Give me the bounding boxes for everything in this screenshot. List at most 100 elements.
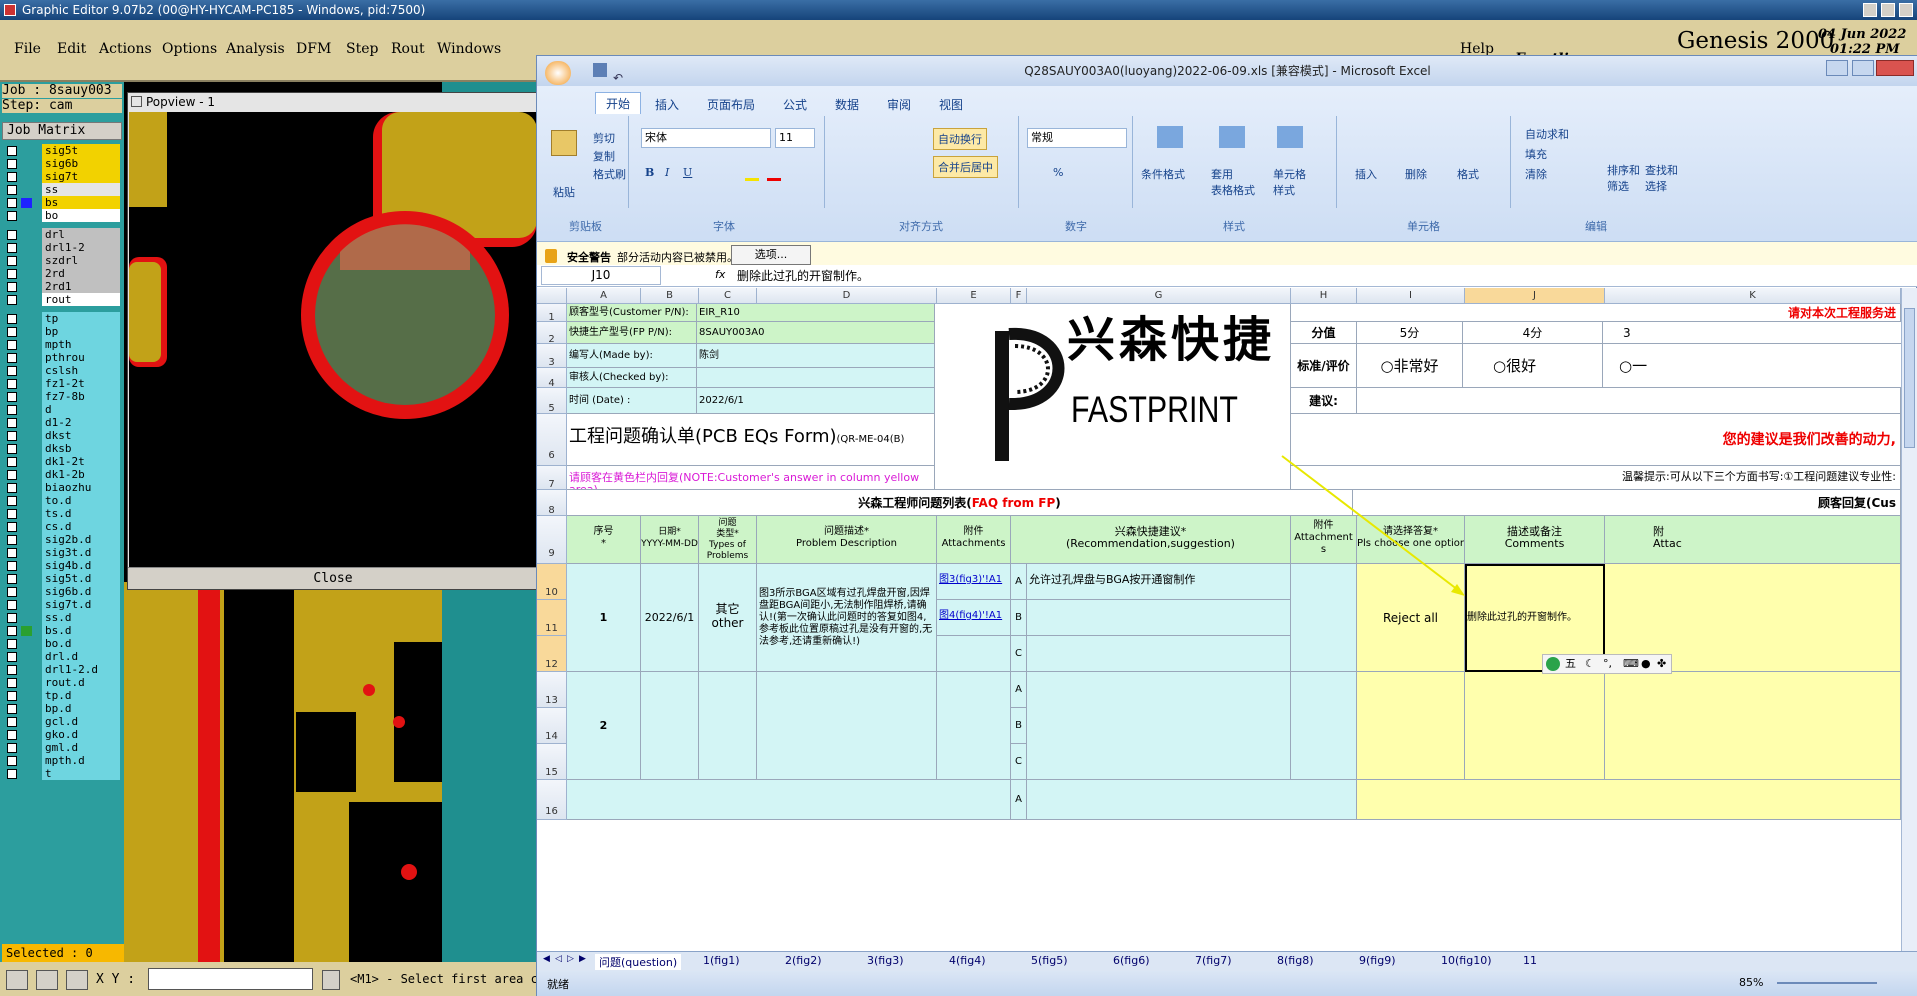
- paste-button[interactable]: 粘贴: [553, 184, 575, 200]
- layer-row-bo-d[interactable]: bo.d: [5, 637, 121, 651]
- layer-row-sig3t-d[interactable]: sig3t.d: [5, 546, 121, 560]
- layer-row-2rd[interactable]: 2rd: [5, 267, 121, 281]
- sheet-tab-2[interactable]: 2(fig2): [785, 954, 822, 967]
- layer-row-sig5t[interactable]: sig5t: [5, 144, 121, 158]
- menu-edit[interactable]: Edit: [57, 41, 86, 57]
- cell-styles-button[interactable]: 单元格 样式: [1273, 166, 1306, 198]
- merge-center-button[interactable]: 合并后居中: [933, 156, 998, 178]
- tab-home[interactable]: 开始: [595, 92, 642, 114]
- layer-checkbox[interactable]: [7, 756, 17, 766]
- layer-row-gcl-d[interactable]: gcl.d: [5, 715, 121, 729]
- layer-row-drl[interactable]: drl: [5, 228, 121, 242]
- layer-checkbox[interactable]: [7, 366, 17, 376]
- layer-row-sig2b-d[interactable]: sig2b.d: [5, 533, 121, 547]
- layer-checkbox[interactable]: [7, 198, 17, 208]
- autosum-button[interactable]: 自动求和: [1525, 126, 1569, 142]
- layer-checkbox[interactable]: [7, 691, 17, 701]
- layer-checkbox[interactable]: [7, 743, 17, 753]
- tab-insert[interactable]: 插入: [655, 96, 679, 113]
- layer-checkbox[interactable]: [7, 717, 17, 727]
- layer-checkbox[interactable]: [7, 483, 17, 493]
- layer-row-bp-d[interactable]: bp.d: [5, 702, 121, 716]
- font-name-select[interactable]: 宋体: [641, 128, 771, 148]
- sheet-tab-3[interactable]: 3(fig3): [867, 954, 904, 967]
- grid-tool-icon[interactable]: [66, 970, 88, 990]
- menu-actions[interactable]: Actions: [99, 41, 152, 57]
- security-options-button[interactable]: 选项...: [731, 245, 811, 265]
- tab-data[interactable]: 数据: [835, 96, 859, 113]
- layer-row-mpth[interactable]: mpth: [5, 338, 121, 352]
- layer-row-sig4b-d[interactable]: sig4b.d: [5, 559, 121, 573]
- layer-checkbox[interactable]: [7, 418, 17, 428]
- layer-row-fz7-8b[interactable]: fz7-8b: [5, 390, 121, 404]
- layer-row-ts-d[interactable]: ts.d: [5, 507, 121, 521]
- layer-checkbox[interactable]: [7, 587, 17, 597]
- layer-checkbox[interactable]: [7, 730, 17, 740]
- layer-checkbox[interactable]: [7, 548, 17, 558]
- copy-button[interactable]: 复制: [593, 148, 615, 164]
- menu-file[interactable]: File: [14, 41, 41, 57]
- layer-row-dk1-2b[interactable]: dk1-2b: [5, 468, 121, 482]
- pointer-tool-icon[interactable]: [6, 970, 28, 990]
- layer-row-d[interactable]: d: [5, 403, 121, 417]
- sheet-nav-icon[interactable]: ▷: [567, 954, 574, 964]
- layer-row-ss[interactable]: ss: [5, 183, 121, 197]
- layer-row-drl1-2[interactable]: drl1-2: [5, 241, 121, 255]
- worksheet-grid[interactable]: ABCDEFGHIJK 1 2 3 4 5 6 7 8 9 10 11 12 13 14 15 16 顾客型号…: [537, 288, 1901, 951]
- excel-close-icon[interactable]: [1876, 60, 1914, 76]
- close-icon[interactable]: [1899, 3, 1913, 17]
- menu-analysis[interactable]: Analysis: [226, 41, 285, 57]
- paste-icon[interactable]: [551, 130, 577, 156]
- insert-cells-button[interactable]: 插入: [1355, 166, 1377, 182]
- menu-options[interactable]: Options: [162, 41, 217, 57]
- conditional-format-button[interactable]: 条件格式: [1141, 166, 1185, 182]
- sheet-tab-7[interactable]: 7(fig7): [1195, 954, 1232, 967]
- sheet-tab-4[interactable]: 4(fig4): [949, 954, 986, 967]
- layer-row-ss-d[interactable]: ss.d: [5, 611, 121, 625]
- layer-row-bs-d[interactable]: bs.d: [5, 624, 121, 638]
- tab-formulas[interactable]: 公式: [783, 96, 807, 113]
- layer-checkbox[interactable]: [7, 340, 17, 350]
- find-select-button[interactable]: 查找和 选择: [1645, 162, 1678, 194]
- name-box[interactable]: J10: [541, 266, 661, 285]
- layer-checkbox[interactable]: [7, 561, 17, 571]
- layer-row-drl1-2-d[interactable]: drl1-2.d: [5, 663, 121, 677]
- fill-button[interactable]: 填充: [1525, 146, 1547, 162]
- layer-checkbox[interactable]: [7, 256, 17, 266]
- save-icon[interactable]: [593, 63, 607, 77]
- layer-row-mpth-d[interactable]: mpth.d: [5, 754, 121, 768]
- layer-checkbox[interactable]: [7, 704, 17, 714]
- layer-row-cs-d[interactable]: cs.d: [5, 520, 121, 534]
- layer-checkbox[interactable]: [7, 431, 17, 441]
- layer-checkbox[interactable]: [7, 405, 17, 415]
- sheet-tab-6[interactable]: 6(fig6): [1113, 954, 1150, 967]
- layer-row-tp[interactable]: tp: [5, 312, 121, 326]
- layer-checkbox[interactable]: [7, 146, 17, 156]
- zoom-slider[interactable]: [1777, 982, 1877, 984]
- layer-row-t[interactable]: t: [5, 767, 121, 781]
- layer-checkbox[interactable]: [7, 678, 17, 688]
- layer-row-drl-d[interactable]: drl.d: [5, 650, 121, 664]
- layer-row-pthrou[interactable]: pthrou: [5, 351, 121, 365]
- fill-color-icon[interactable]: [745, 178, 759, 181]
- tab-review[interactable]: 审阅: [887, 96, 911, 113]
- sort-filter-button[interactable]: 排序和 筛选: [1607, 162, 1640, 194]
- layer-row-dk1-2t[interactable]: dk1-2t: [5, 455, 121, 469]
- delete-cells-button[interactable]: 删除: [1405, 166, 1427, 182]
- layer-checkbox[interactable]: [7, 230, 17, 240]
- menu-step[interactable]: Step: [346, 41, 378, 57]
- sheet-tab-5[interactable]: 5(fig5): [1031, 954, 1068, 967]
- vertical-scrollbar[interactable]: [1901, 288, 1917, 951]
- cell-style-icon[interactable]: [1277, 126, 1303, 148]
- layer-checkbox[interactable]: [7, 574, 17, 584]
- underline-button[interactable]: U: [683, 166, 692, 179]
- sheet-tab-1[interactable]: 1(fig1): [703, 954, 740, 967]
- popview-close-icon[interactable]: [131, 96, 142, 107]
- layer-row-cslsh[interactable]: cslsh: [5, 364, 121, 378]
- office-button-icon[interactable]: [545, 61, 571, 85]
- layer-checkbox[interactable]: [7, 392, 17, 402]
- layer-checkbox[interactable]: [7, 269, 17, 279]
- xy-input[interactable]: [148, 968, 313, 990]
- layer-checkbox[interactable]: [7, 470, 17, 480]
- layer-checkbox[interactable]: [7, 652, 17, 662]
